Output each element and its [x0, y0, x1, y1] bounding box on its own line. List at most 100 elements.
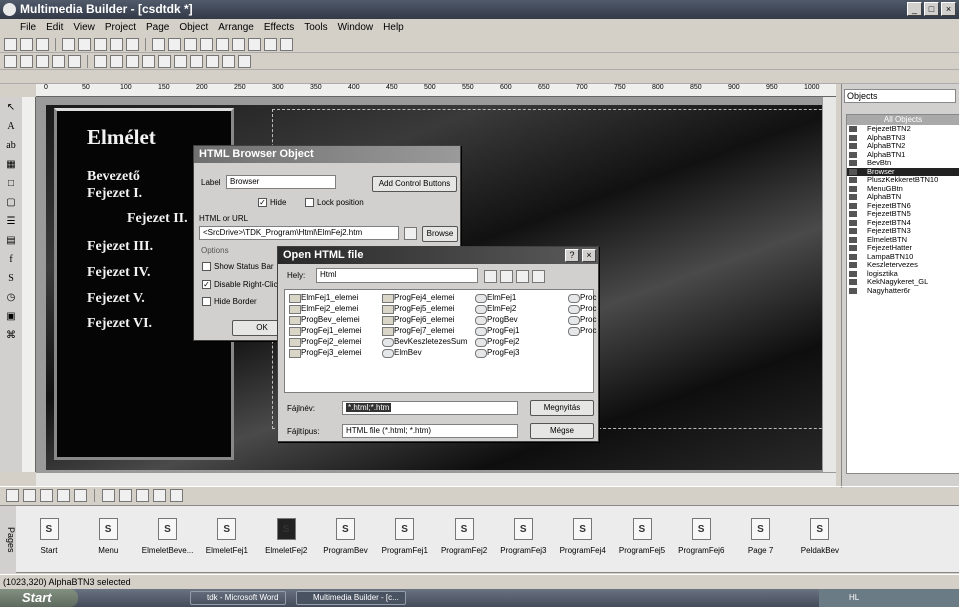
line-icon[interactable]	[126, 54, 139, 68]
menu-view[interactable]: View	[73, 22, 95, 33]
script-icon[interactable]	[206, 54, 219, 68]
object-list-item[interactable]: KekNagykeret_GL	[847, 278, 959, 287]
redo-icon[interactable]	[126, 37, 139, 51]
page-thumbnail[interactable]: Start	[22, 518, 76, 555]
page-thumbnail[interactable]: ProgramFej1	[378, 518, 432, 555]
html-file-item[interactable]: Proc	[568, 315, 596, 325]
html-file-item[interactable]: ProgBev	[475, 315, 518, 325]
hide-border-checkbox[interactable]	[202, 297, 211, 306]
folder-item[interactable]: ElmFej1_elemei	[289, 293, 358, 303]
page-thumbnail[interactable]: ProgramFej3	[496, 518, 550, 555]
frame-icon[interactable]	[158, 54, 171, 68]
show-status-bar-checkbox[interactable]	[202, 262, 211, 271]
object-list-item[interactable]: FejezetBTN3	[847, 227, 959, 236]
folder-item[interactable]: ProgFej5_elemei	[382, 304, 454, 314]
folder-item[interactable]: ProgFej1_elemei	[289, 326, 361, 336]
align-left-icon[interactable]	[102, 489, 115, 502]
copy-icon[interactable]	[78, 37, 91, 51]
object-list-item[interactable]: MenuGBtn	[847, 185, 959, 194]
html-file-item[interactable]: Proc	[568, 293, 596, 303]
object-list-item[interactable]: FejezetBTN6	[847, 202, 959, 211]
menu-help[interactable]: Help	[383, 22, 404, 33]
html-file-item[interactable]: ProgFej2	[475, 337, 519, 347]
up-folder-icon[interactable]	[500, 270, 513, 283]
menu-project[interactable]: Project	[105, 22, 136, 33]
cut-icon[interactable]	[62, 37, 75, 51]
function-tool-icon[interactable]: f	[3, 252, 19, 268]
lock-position-checkbox[interactable]	[305, 198, 314, 207]
group-icon[interactable]	[153, 489, 166, 502]
plugin-tool-icon[interactable]: ⌘	[3, 328, 19, 344]
object-list-item[interactable]: AlphaBTN2	[847, 142, 959, 151]
close-button[interactable]: ×	[941, 2, 956, 16]
undo-icon[interactable]	[110, 37, 123, 51]
text-tool-icon[interactable]: A	[3, 119, 19, 135]
maximize-button[interactable]: □	[924, 2, 939, 16]
page-thumbnail[interactable]: ProgramFej6	[674, 518, 728, 555]
chapter-link[interactable]: Fejezet V.	[87, 291, 145, 307]
folder-item[interactable]: ProgFej4_elemei	[382, 293, 454, 303]
open-button[interactable]: Megnyitás	[530, 400, 594, 416]
object-list-item[interactable]: Browser	[847, 167, 959, 176]
folder-item[interactable]: ElmFej2_elemei	[289, 304, 358, 314]
menu-edit[interactable]: Edit	[46, 22, 63, 33]
align-icon[interactable]	[216, 37, 229, 51]
view-menu-icon[interactable]	[532, 270, 545, 283]
layer-icon[interactable]	[6, 489, 19, 502]
box-tool-icon[interactable]: ▢	[3, 195, 19, 211]
menu-page[interactable]: Page	[146, 22, 169, 33]
open-icon[interactable]	[20, 37, 33, 51]
object-list-item[interactable]: PluszKekkeretBTN10	[847, 176, 959, 185]
page-thumbnail[interactable]: Page 7	[734, 518, 788, 555]
folder-item[interactable]: ProgFej2_elemei	[289, 337, 361, 347]
menu-arrange[interactable]: Arrange	[218, 22, 254, 33]
select-tool-icon[interactable]: ↖	[3, 100, 19, 116]
close-icon[interactable]: ×	[582, 249, 596, 262]
menu-file[interactable]: File	[20, 22, 36, 33]
chapter-link[interactable]: Fejezet VI.	[87, 316, 152, 332]
browser-icon[interactable]	[238, 54, 251, 68]
compile-icon[interactable]	[280, 37, 293, 51]
list-tool-icon[interactable]: ☰	[3, 214, 19, 230]
media-tool-icon[interactable]: ▣	[3, 309, 19, 325]
canvas-horizontal-scrollbar[interactable]	[36, 472, 836, 486]
object-list-item[interactable]: FejezetBTN4	[847, 219, 959, 228]
new-folder-icon[interactable]	[516, 270, 529, 283]
file-list[interactable]: ElmFej1_elemei ElmFej2_elemei ProgBev_elem…	[284, 289, 596, 393]
chapter-link[interactable]: Fejezet IV.	[87, 265, 151, 281]
task-multimedia-builder[interactable]: Multimedia Builder - [c...	[296, 591, 406, 605]
object-list-item[interactable]: AlphaBTN1	[847, 151, 959, 160]
label-field[interactable]: Browser	[226, 175, 336, 189]
pointer-icon[interactable]	[4, 54, 17, 68]
object-list-item[interactable]: BevBtn	[847, 159, 959, 168]
delete-icon[interactable]	[40, 489, 53, 502]
html-file-item[interactable]: Proc	[568, 304, 596, 314]
effects-icon[interactable]	[248, 37, 261, 51]
minimize-button[interactable]: _	[907, 2, 922, 16]
hide-checkbox[interactable]: ✓	[258, 198, 267, 207]
html-file-item[interactable]: ElmFej1	[475, 293, 516, 303]
page-thumbnail[interactable]: ProgramBev	[319, 518, 373, 555]
frame-tool-icon[interactable]: ▤	[3, 233, 19, 249]
distribute-icon[interactable]	[136, 489, 149, 502]
folder-icon[interactable]	[404, 227, 417, 240]
start-button[interactable]: Start	[0, 589, 78, 607]
page-thumbnail[interactable]: ElmeletFej2	[259, 518, 313, 555]
zoom-out-icon[interactable]	[200, 37, 213, 51]
html-url-field[interactable]: <SrcDrive>\TDK_Program\Html\ElmFej2.htm	[199, 226, 399, 240]
folder-item[interactable]: ProgBev_elemei	[289, 315, 360, 325]
chapter-link[interactable]: Fejezet II.	[127, 211, 188, 227]
table-tool-icon[interactable]: ▦	[3, 157, 19, 173]
wave-icon[interactable]	[190, 54, 203, 68]
object-list-item[interactable]: FejezetBTN2	[847, 125, 959, 134]
page-thumbnail[interactable]: Menu	[81, 518, 135, 555]
object-list-item[interactable]: FejezetHatter	[847, 244, 959, 253]
page-thumbnail[interactable]: ProgramFej5	[615, 518, 669, 555]
ellipse-icon[interactable]	[110, 54, 123, 68]
align-right-icon[interactable]	[119, 489, 132, 502]
help-icon[interactable]: ?	[565, 249, 579, 262]
pages-tab[interactable]: Pages	[0, 506, 16, 574]
function-icon[interactable]	[174, 54, 187, 68]
page-thumbnail[interactable]: ProgramFej4	[556, 518, 610, 555]
html-file-item[interactable]: BevKeszletezesSum	[382, 337, 467, 347]
